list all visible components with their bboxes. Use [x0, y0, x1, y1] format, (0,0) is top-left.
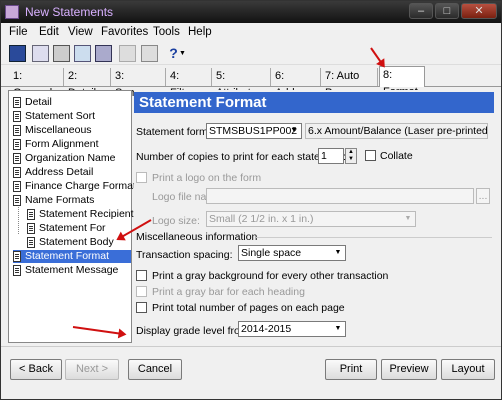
tree-item-statement-message[interactable]: Statement Message	[13, 264, 118, 277]
minimize-button[interactable]: –	[409, 3, 433, 19]
document-icon	[13, 251, 21, 262]
menu-bar: File Edit View Favorites Tools Help	[1, 23, 501, 41]
tree-item-statement-for[interactable]: Statement For	[27, 222, 106, 235]
layout-button[interactable]: Layout	[441, 359, 495, 380]
copies-input[interactable]: 1	[318, 148, 344, 164]
document-icon	[13, 139, 21, 150]
maximize-button[interactable]: □	[435, 3, 459, 19]
transaction-spacing-select[interactable]: Single space ▼	[238, 245, 346, 261]
statement-window: New Statements – □ ✕ File Edit View Favo…	[0, 0, 502, 400]
panel-title: Statement Format	[134, 92, 494, 113]
copies-spinner[interactable]: ▲ ▼	[345, 148, 357, 164]
total-pages-checkbox[interactable]	[136, 302, 147, 313]
tree-item-statement-format[interactable]: Statement Format	[13, 250, 131, 263]
preview-button[interactable]: Preview	[381, 359, 437, 380]
grade-level-select[interactable]: 2014-2015 ▼	[238, 321, 346, 337]
title-bar: New Statements – □ ✕	[1, 1, 501, 23]
tab-format[interactable]: 8: Format	[379, 66, 425, 98]
save-icon[interactable]	[9, 45, 26, 62]
menu-help[interactable]: Help	[188, 26, 212, 38]
toolbar: ? ▼	[1, 42, 501, 65]
gray-bar-checkbox[interactable]	[136, 286, 147, 297]
tree-item-form-alignment[interactable]: Form Alignment	[13, 138, 99, 151]
tree-item-organization-name[interactable]: Organization Name	[13, 152, 115, 165]
tree-item-statement-body[interactable]: Statement Body	[27, 236, 114, 249]
tab-general[interactable]: 1: General	[10, 68, 64, 99]
document-icon	[13, 181, 21, 192]
total-pages-label: Print total number of pages on each page	[152, 302, 345, 314]
tab-strip: 1: General 2: Details 3: Summary 4: Filt…	[1, 65, 501, 99]
section-divider	[256, 237, 492, 238]
chevron-down-icon: ▼	[334, 249, 342, 256]
menu-view[interactable]: View	[68, 26, 93, 38]
format-tree: Detail Statement Sort Miscellaneous Form…	[8, 90, 136, 343]
statement-format-description: 6.x Amount/Balance (Laser pre-printed fo…	[305, 123, 488, 139]
email-icon[interactable]	[95, 45, 112, 62]
menu-edit[interactable]: Edit	[39, 26, 59, 38]
copies-label: Number of copies to print for each state…	[136, 151, 347, 163]
tree-item-miscellaneous[interactable]: Miscellaneous	[13, 124, 92, 137]
print-logo-checkbox[interactable]	[136, 172, 147, 183]
collate-checkbox[interactable]	[365, 150, 376, 161]
tab-filters[interactable]: 4: Filters	[167, 68, 212, 99]
spacing-label: Transaction spacing:	[136, 249, 233, 261]
document-icon	[13, 265, 21, 276]
next-button[interactable]: Next >	[65, 359, 119, 380]
gray-background-checkbox[interactable]	[136, 270, 147, 281]
logo-size-label: Logo size:	[152, 215, 200, 227]
document-icon	[13, 125, 21, 136]
menu-favorites[interactable]: Favorites	[101, 26, 148, 38]
tree-item-detail[interactable]: Detail	[13, 96, 52, 109]
print-logo-label: Print a logo on the form	[152, 172, 262, 184]
document-icon	[13, 111, 21, 122]
grade-level-label: Display grade level from:	[136, 325, 252, 337]
format-panel: Statement Format Statement format: STMSB…	[134, 90, 496, 343]
menu-tools[interactable]: Tools	[153, 26, 180, 38]
menu-file[interactable]: File	[9, 26, 28, 38]
document-icon	[13, 153, 21, 164]
logo-file-input[interactable]	[206, 188, 474, 204]
preview-icon[interactable]	[32, 45, 49, 62]
properties-icon[interactable]	[141, 45, 158, 62]
document-icon	[13, 97, 21, 108]
button-bar: < Back Next > Cancel Print Preview Layou…	[1, 346, 501, 400]
collate-label: Collate	[380, 150, 413, 162]
print-icon[interactable]	[53, 45, 70, 62]
document-icon	[13, 195, 21, 206]
document-icon	[27, 223, 35, 234]
tree-item-name-formats[interactable]: Name Formats	[13, 194, 94, 207]
tree-connector	[18, 207, 19, 234]
close-button[interactable]: ✕	[461, 3, 497, 19]
app-icon	[5, 5, 19, 19]
chevron-down-icon: ▼	[334, 325, 342, 332]
gray-bar-label: Print a gray bar for each heading	[152, 286, 305, 298]
tab-address[interactable]: 6: Address	[272, 68, 321, 99]
delete-icon[interactable]	[119, 45, 136, 62]
logo-browse-button[interactable]: ...	[476, 188, 490, 204]
tab-auto-pay[interactable]: 7: Auto Pay	[322, 68, 378, 99]
document-icon	[27, 237, 35, 248]
copy-icon[interactable]	[74, 45, 91, 62]
tree-item-statement-recipient[interactable]: Statement Recipient	[27, 208, 134, 221]
statement-format-select[interactable]: STMSBUS1PP002 ▼	[206, 123, 302, 139]
tab-summary[interactable]: 3: Summary	[112, 68, 166, 99]
gray-background-label: Print a gray background for every other …	[152, 270, 389, 282]
window-title: New Statements	[25, 5, 114, 19]
print-button[interactable]: Print	[325, 359, 377, 380]
tree-item-finance-charge-format[interactable]: Finance Charge Format	[13, 180, 136, 193]
tab-details[interactable]: 2: Details	[65, 68, 111, 99]
help-dropdown-icon[interactable]: ▼	[179, 45, 189, 62]
cancel-button[interactable]: Cancel	[128, 359, 182, 380]
tree-item-address-detail[interactable]: Address Detail	[13, 166, 93, 179]
misc-section-label: Miscellaneous information	[136, 231, 258, 243]
document-icon	[27, 209, 35, 220]
tree-item-statement-sort[interactable]: Statement Sort	[13, 110, 95, 123]
chevron-down-icon: ▼	[404, 215, 412, 222]
chevron-down-icon: ▼	[290, 127, 298, 134]
document-icon	[13, 167, 21, 178]
logo-size-select[interactable]: Small (2 1/2 in. x 1 in.) ▼	[206, 211, 416, 227]
tab-attributes[interactable]: 5: Attributes	[213, 68, 271, 99]
back-button[interactable]: < Back	[10, 359, 62, 380]
